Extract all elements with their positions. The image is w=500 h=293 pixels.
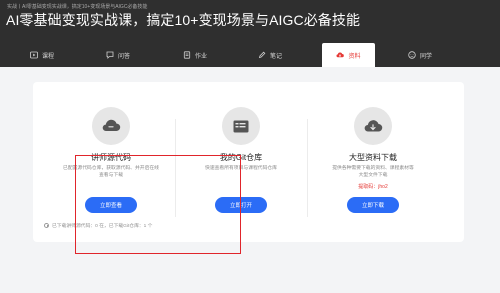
tab-label: 课程 xyxy=(42,53,55,60)
page-title: AI零基础变现实战课，搞定10+变现场景与AIGC必备技能 xyxy=(6,12,361,28)
tab-materials[interactable]: 资料 xyxy=(322,43,375,67)
resource-desc-line: 大型文件下载 xyxy=(358,173,388,178)
extraction-code: 提取码：jho2 xyxy=(358,184,388,190)
download-now-button[interactable]: 立即下载 xyxy=(347,197,399,213)
note-icon xyxy=(258,51,266,59)
cloud-download-icon-circle xyxy=(354,107,392,145)
info-icon xyxy=(44,223,49,228)
tab-label: 问答 xyxy=(118,53,131,60)
tab-label: 笔记 xyxy=(270,53,283,60)
tab-label: 同学 xyxy=(420,53,433,60)
classmates-icon xyxy=(408,51,416,59)
tab-label: 作业 xyxy=(195,53,208,60)
tab-bar: 课程 问答 作业 笔记 资料 同学 xyxy=(0,40,500,67)
resource-desc-line: 提供各种需要下载的资料、课程素材等 xyxy=(332,166,414,171)
cloud-download-icon xyxy=(364,119,383,132)
tab-classmates[interactable]: 同学 xyxy=(408,43,432,67)
breadcrumb[interactable]: 实战丨AI零基础变现实战课，搞定10+变现场景与AIGC必备技能 xyxy=(7,3,147,10)
tab-label: 资料 xyxy=(348,53,361,60)
homework-icon xyxy=(183,51,191,59)
play-icon xyxy=(30,51,38,59)
qa-icon xyxy=(106,51,114,59)
cloud-icon xyxy=(102,119,121,132)
resource-title: 大型资料下载 xyxy=(349,153,397,162)
highlight-box xyxy=(75,155,241,254)
tab-notes[interactable]: 笔记 xyxy=(258,43,282,67)
cloud-download-icon xyxy=(336,52,345,58)
tab-courses[interactable]: 课程 xyxy=(30,43,54,67)
tab-qa[interactable]: 问答 xyxy=(106,43,130,67)
tab-homework[interactable]: 作业 xyxy=(183,43,207,67)
terminal-icon xyxy=(233,120,249,132)
course-header: 实战丨AI零基础变现实战课，搞定10+变现场景与AIGC必备技能 AI零基础变现… xyxy=(0,0,500,67)
terminal-icon-circle xyxy=(222,107,260,145)
resource-large-download: 大型资料下载 提供各种需要下载的资料、课程素材等 大型文件下载 提取码：jho2… xyxy=(307,82,439,242)
cloud-icon-circle xyxy=(92,107,130,145)
